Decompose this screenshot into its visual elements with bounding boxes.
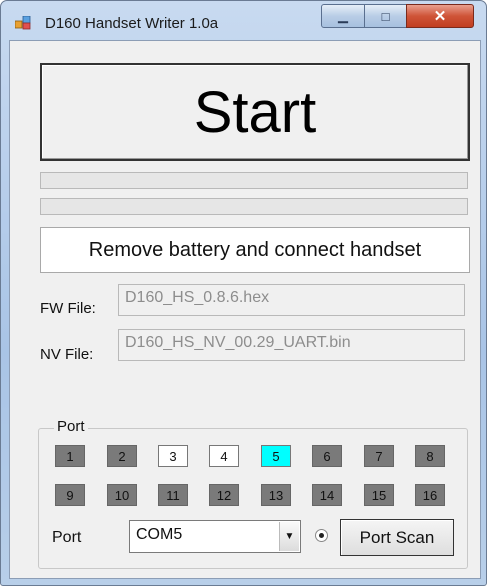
progress-bar-2	[40, 198, 468, 215]
port-scan-button[interactable]: Port Scan	[340, 519, 454, 556]
port-button-15[interactable]: 15	[364, 484, 394, 506]
port-button-3[interactable]: 3	[158, 445, 188, 467]
minimize-icon: ▁	[338, 8, 348, 23]
port-button-11[interactable]: 11	[158, 484, 188, 506]
minimize-button[interactable]: ▁	[321, 4, 365, 28]
maximize-button[interactable]: □	[364, 4, 407, 28]
port-button-8[interactable]: 8	[415, 445, 445, 467]
fw-file-label: FW File:	[40, 300, 96, 317]
port-button-6[interactable]: 6	[312, 445, 342, 467]
port-button-13[interactable]: 13	[261, 484, 291, 506]
port-select[interactable]: COM5 ▼	[129, 520, 301, 553]
nv-file-field[interactable]: D160_HS_NV_00.29_UART.bin	[118, 329, 465, 361]
port-button-1[interactable]: 1	[55, 445, 85, 467]
port-button-7[interactable]: 7	[364, 445, 394, 467]
status-message: Remove battery and connect handset	[40, 227, 470, 273]
port-button-10[interactable]: 10	[107, 484, 137, 506]
progress-bar-1	[40, 172, 468, 189]
port-button-5[interactable]: 5	[261, 445, 291, 467]
app-icon	[15, 16, 31, 30]
port-button-9[interactable]: 9	[55, 484, 85, 506]
port-button-14[interactable]: 14	[312, 484, 342, 506]
port-scan-radio[interactable]	[315, 529, 328, 542]
port-button-2[interactable]: 2	[107, 445, 137, 467]
close-button[interactable]: ✕	[406, 4, 474, 28]
title-bar[interactable]: D160 Handset Writer 1.0a ▁ □ ✕	[1, 1, 486, 33]
radio-dot-icon	[319, 533, 324, 538]
port-select-value: COM5	[136, 526, 183, 543]
maximize-icon: □	[381, 8, 390, 24]
client-area: Start Remove battery and connect handset…	[9, 40, 481, 579]
port-button-12[interactable]: 12	[209, 484, 239, 506]
app-window: D160 Handset Writer 1.0a ▁ □ ✕ Start Rem…	[0, 0, 487, 586]
chevron-down-icon[interactable]: ▼	[279, 522, 299, 551]
port-label: Port	[52, 529, 82, 546]
close-icon: ✕	[433, 8, 447, 25]
port-button-16[interactable]: 16	[415, 484, 445, 506]
port-group-title: Port	[54, 418, 88, 435]
start-button[interactable]: Start	[40, 63, 470, 161]
fw-file-field[interactable]: D160_HS_0.8.6.hex	[118, 284, 465, 316]
nv-file-label: NV File:	[40, 346, 94, 363]
window-title: D160 Handset Writer 1.0a	[45, 15, 219, 32]
port-button-4[interactable]: 4	[209, 445, 239, 467]
